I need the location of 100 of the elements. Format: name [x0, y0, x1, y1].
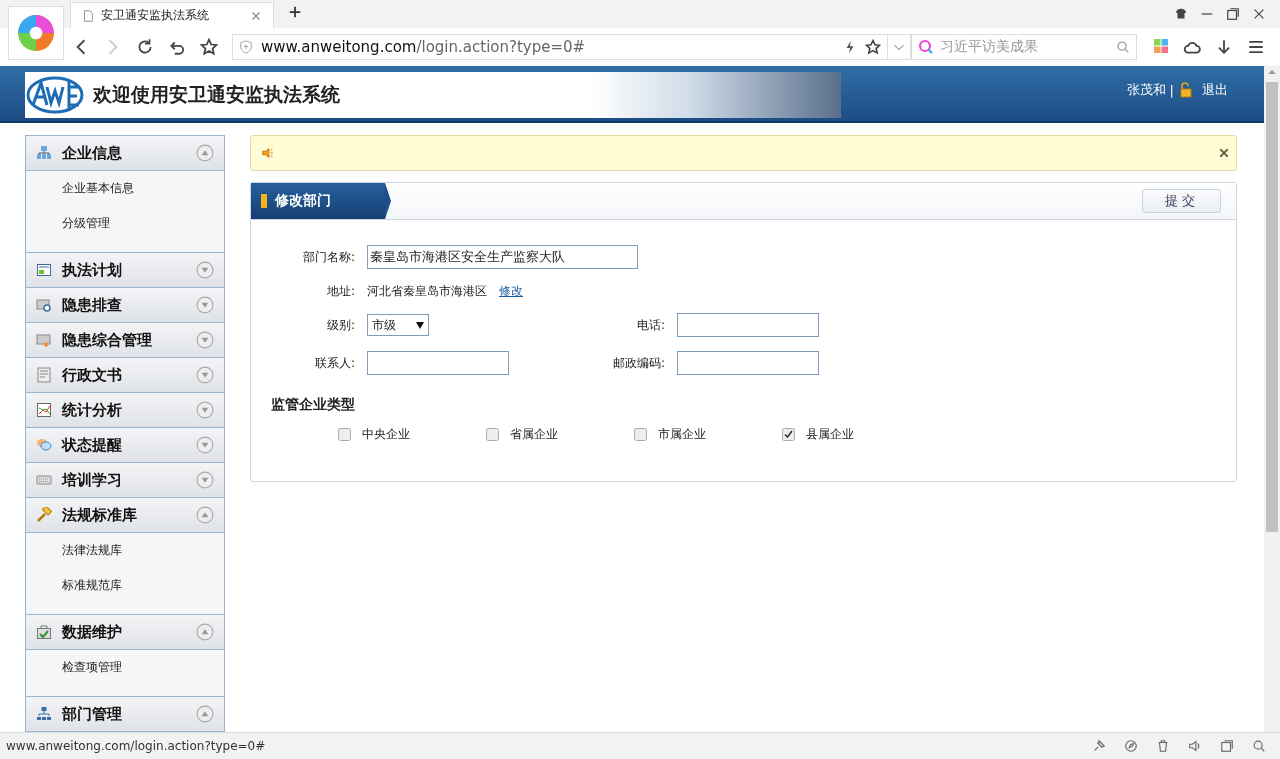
section-title: 监管企业类型: [271, 396, 355, 414]
sidebar-group-header[interactable]: 数据维护: [26, 615, 224, 650]
group-icon: [36, 145, 52, 161]
group-label: 部门管理: [62, 704, 123, 724]
group-label: 状态提醒: [62, 435, 123, 455]
tab-title: 安卫通安监执法系统: [101, 7, 210, 24]
sidebar-group-header[interactable]: 部门管理: [26, 697, 224, 732]
group-label: 隐患排查: [62, 295, 123, 315]
group-icon: [36, 706, 52, 722]
field-label: 级别:: [326, 316, 355, 334]
toggle-icon[interactable]: [196, 436, 214, 454]
close-icon[interactable]: [1252, 7, 1266, 21]
sidebar-group-header[interactable]: 执法计划: [26, 253, 224, 288]
group-label: 统计分析: [62, 400, 123, 420]
volume-icon[interactable]: [1188, 739, 1202, 753]
panel-title: 修改部门: [275, 192, 331, 210]
sidebar-item[interactable]: 分级管理: [26, 206, 110, 241]
scrollbar-thumb[interactable]: [1266, 82, 1278, 532]
page-icon: [81, 8, 95, 23]
caret-icon: [416, 321, 424, 329]
address-bar[interactable]: www.anweitong.com/login.action?type=0#: [232, 34, 888, 60]
checkbox[interactable]: [782, 428, 795, 441]
checkbox-label: 中央企业: [362, 426, 410, 443]
edit-address-link[interactable]: 修改: [499, 282, 523, 300]
group-label: 执法计划: [62, 260, 123, 280]
browser-tab[interactable]: 安卫通安监执法系统: [70, 2, 274, 28]
toggle-icon[interactable]: [196, 331, 214, 349]
trash-icon[interactable]: [1156, 739, 1170, 753]
reload-icon[interactable]: [136, 38, 154, 56]
shield-icon: [239, 40, 253, 54]
checkbox[interactable]: [486, 428, 499, 441]
search-placeholder: 习近平访美成果: [940, 38, 1039, 56]
banner-title: 欢迎使用安卫通安监执法系统: [93, 82, 340, 107]
marker-icon: [261, 194, 267, 208]
pin-icon[interactable]: [1092, 739, 1106, 753]
group-label: 行政文书: [62, 365, 123, 385]
sidebar-item[interactable]: 检查项管理: [26, 650, 122, 685]
toggle-icon[interactable]: [196, 261, 214, 279]
star-icon[interactable]: [200, 38, 218, 56]
sidebar-item[interactable]: 法律法规库: [26, 533, 122, 568]
speaker-icon: [261, 146, 275, 160]
sidebar-item[interactable]: 标准规范库: [26, 568, 122, 603]
field-label: 联系人:: [314, 354, 355, 372]
group-icon: [36, 367, 52, 383]
checkbox-label: 县属企业: [806, 426, 854, 443]
group-icon: [36, 297, 52, 313]
close-icon[interactable]: [1218, 147, 1230, 159]
field-label: 地址:: [326, 282, 355, 300]
submit-button[interactable]: 提交: [1142, 189, 1221, 213]
group-icon: [36, 262, 52, 278]
group-icon: [36, 332, 52, 348]
sidebar-group-header[interactable]: 状态提醒: [26, 428, 224, 463]
group-label: 企业信息: [62, 143, 123, 163]
group-label: 法规标准库: [62, 505, 138, 525]
postcode-field[interactable]: [677, 351, 819, 375]
group-icon: [36, 624, 52, 640]
sidebar-group-header[interactable]: 培训学习: [26, 463, 224, 498]
restore-icon[interactable]: [1226, 7, 1240, 21]
toggle-icon[interactable]: [196, 144, 214, 162]
bookmark-star-icon[interactable]: [865, 39, 881, 55]
sidebar-group-header[interactable]: 法规标准库: [26, 498, 224, 533]
tab-arrow-icon: [385, 183, 391, 219]
sidebar-group-header[interactable]: 隐患排查: [26, 288, 224, 323]
group-icon: [36, 437, 52, 453]
sidebar-item[interactable]: 企业基本信息: [26, 171, 134, 206]
search-icon[interactable]: [1116, 40, 1130, 54]
toggle-icon[interactable]: [196, 623, 214, 641]
group-label: 数据维护: [62, 622, 123, 642]
menu-icon[interactable]: [1247, 38, 1265, 56]
group-icon: [36, 472, 52, 488]
toggle-icon[interactable]: [196, 296, 214, 314]
sidebar-group-header[interactable]: 统计分析: [26, 393, 224, 428]
toggle-icon[interactable]: [196, 401, 214, 419]
logout-link[interactable]: 退出: [1202, 81, 1228, 99]
browser-logo-icon[interactable]: [16, 13, 56, 53]
sidebar-group-header[interactable]: 企业信息: [26, 136, 224, 171]
separator: |: [1169, 82, 1174, 98]
phone-field[interactable]: [677, 313, 819, 337]
checkbox-label: 省属企业: [510, 426, 558, 443]
address-text: 河北省秦皇岛市海港区: [367, 282, 487, 300]
sidebar-group-header[interactable]: 行政文书: [26, 358, 224, 393]
toggle-icon[interactable]: [196, 705, 214, 723]
toggle-icon[interactable]: [196, 366, 214, 384]
user-name: 张茂和: [1126, 81, 1166, 99]
apps-icon[interactable]: [1153, 38, 1169, 54]
level-select[interactable]: 市级: [367, 314, 429, 336]
group-icon: [36, 402, 52, 418]
checkbox[interactable]: [338, 428, 351, 441]
compass-icon[interactable]: [1124, 739, 1138, 753]
field-label: 电话:: [636, 316, 665, 334]
name-field[interactable]: 秦皇岛市海港区安全生产监察大队: [367, 245, 638, 269]
new-tab-icon[interactable]: [288, 5, 302, 19]
contact-field[interactable]: [367, 351, 509, 375]
toggle-icon[interactable]: [196, 471, 214, 489]
window-icon[interactable]: [1220, 739, 1234, 753]
zoom-icon[interactable]: [1252, 739, 1266, 753]
toggle-icon[interactable]: [196, 506, 214, 524]
sidebar-group-header[interactable]: 隐患综合管理: [26, 323, 224, 358]
group-icon: [36, 507, 52, 523]
checkbox[interactable]: [634, 428, 647, 441]
